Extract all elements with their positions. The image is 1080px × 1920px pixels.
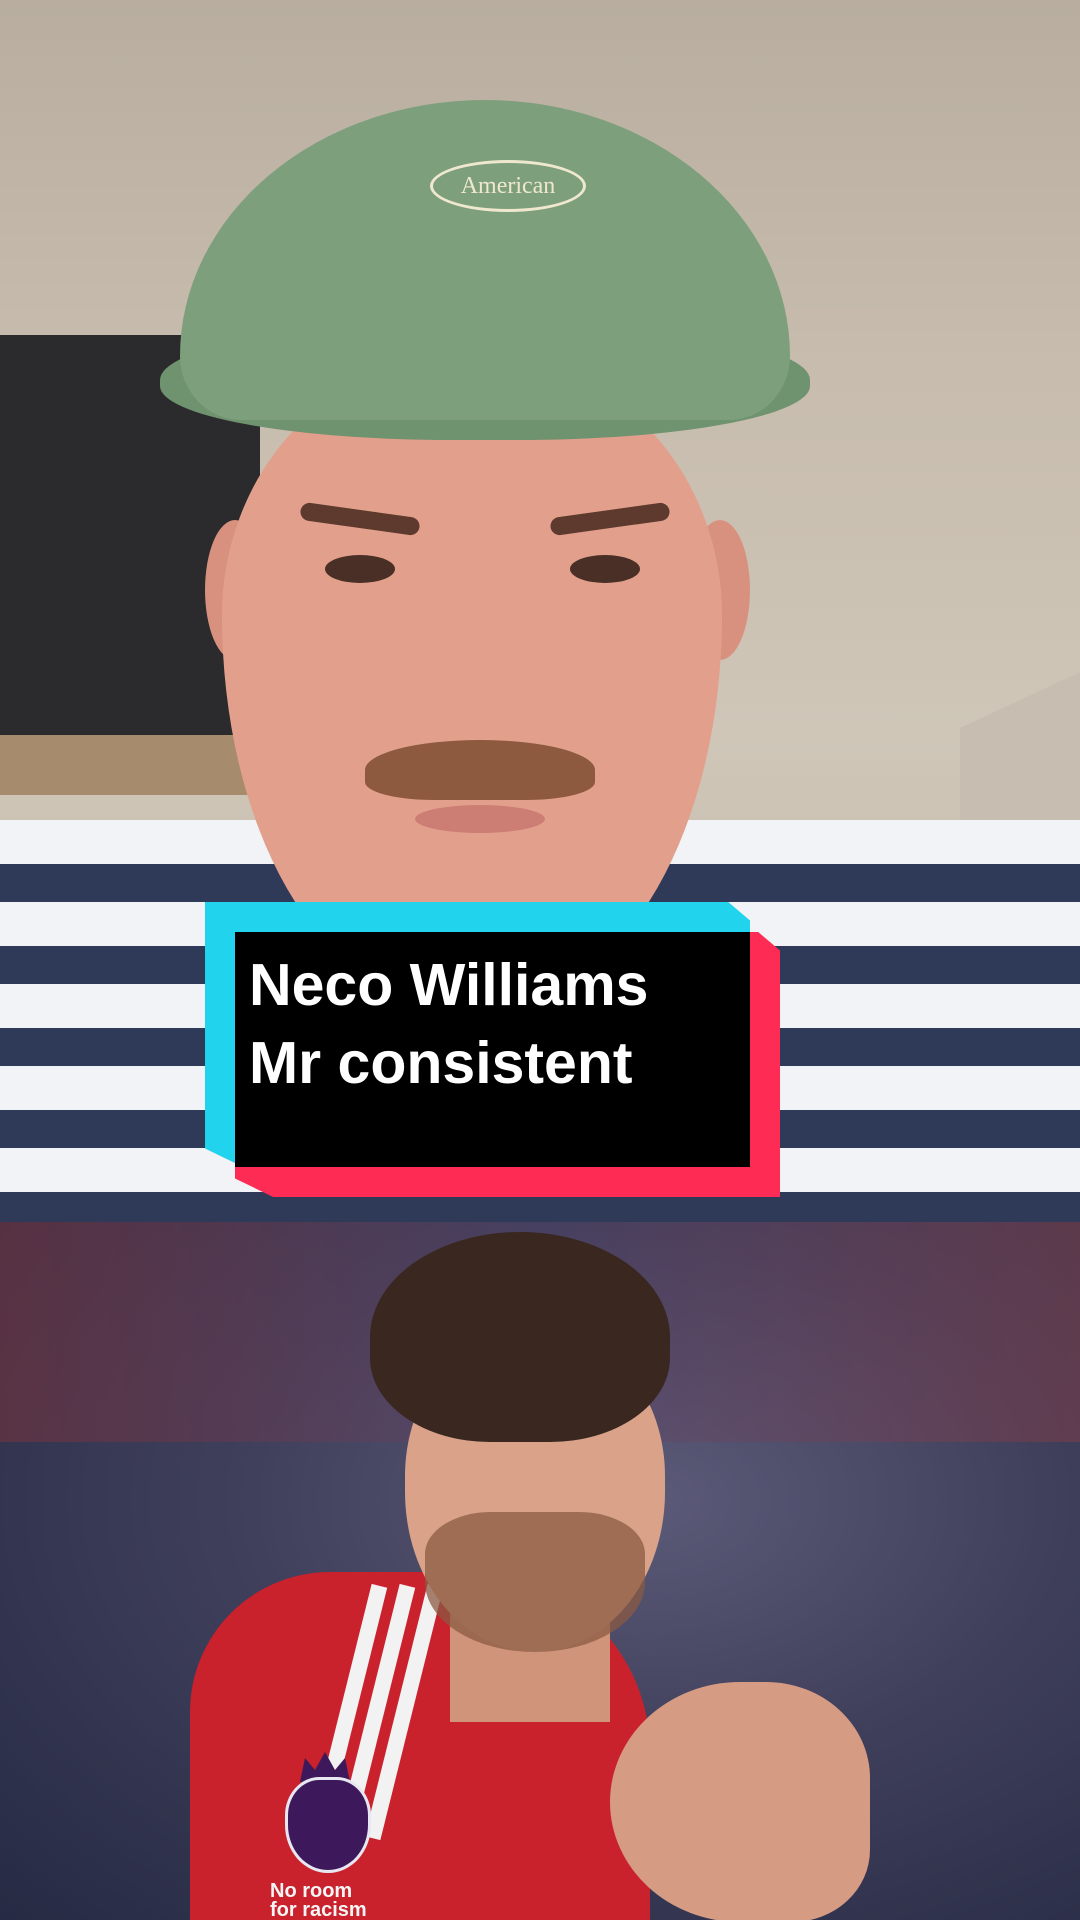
left-eye (325, 555, 395, 583)
cap-logo: American (430, 160, 586, 212)
lips (415, 805, 545, 833)
player-hair (370, 1232, 670, 1442)
caption-box: Neco Williams Mr consistent (205, 902, 780, 1197)
sleeve-patch-line-2: for racism (270, 1899, 367, 1920)
right-eye (570, 555, 640, 583)
caption-line-1: Neco Williams (249, 952, 649, 1018)
player-photo-panel: No room for racism (0, 1222, 1080, 1920)
player-beard (425, 1512, 645, 1652)
footballer: No room for racism (190, 1222, 890, 1920)
sleeve-patch: No room for racism (270, 1881, 367, 1920)
caption-text: Neco Williams Mr consistent (249, 946, 649, 1102)
caption-line-2: Mr consistent (249, 1030, 633, 1096)
clapping-hands (610, 1682, 870, 1920)
premier-league-lion-icon (285, 1777, 371, 1873)
mustache (365, 740, 595, 800)
video-frame[interactable]: American Neco Williams Mr consistent No … (0, 0, 1080, 1920)
green-cap: American (180, 100, 790, 420)
